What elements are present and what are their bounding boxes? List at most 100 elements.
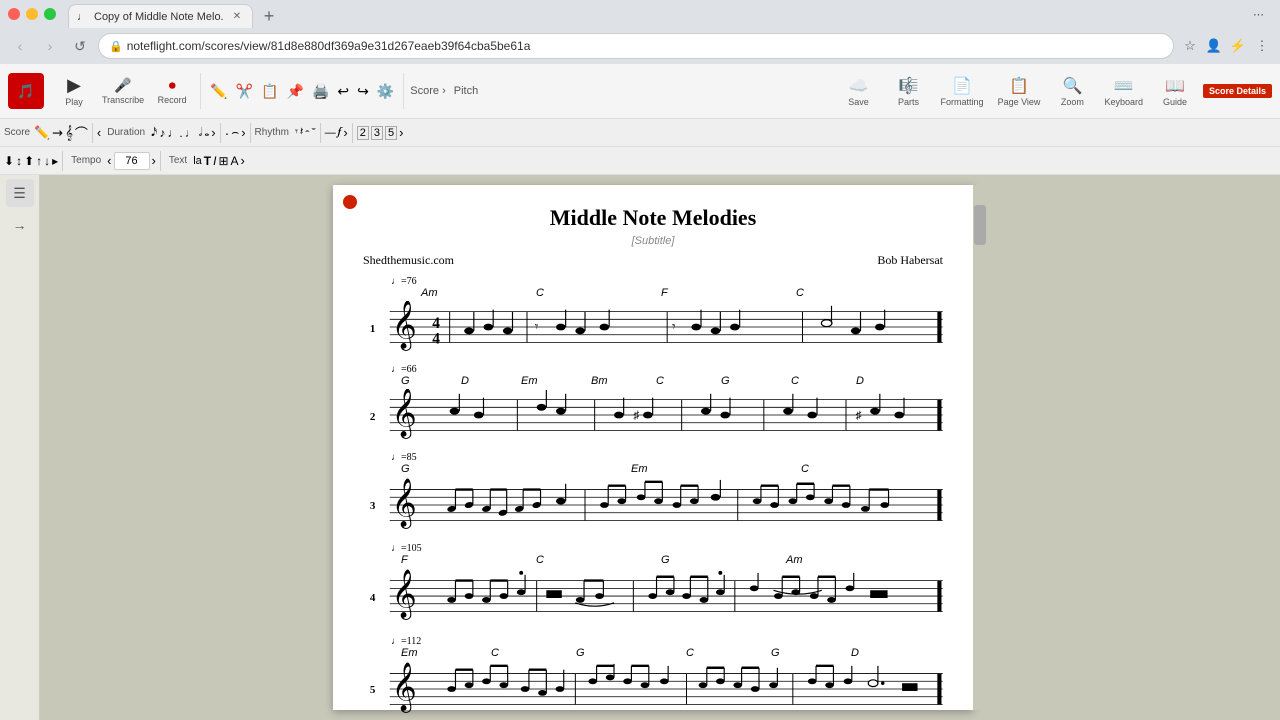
note-beam-tool[interactable]: 𝄞	[65, 125, 73, 141]
num-5-icon[interactable]: 5	[385, 126, 397, 140]
scroll-thumb[interactable]	[974, 205, 986, 245]
toolbar-separator-2	[403, 73, 404, 109]
accent-icon[interactable]: —	[325, 127, 336, 139]
italic-icon[interactable]: I	[213, 154, 216, 168]
text-la-icon[interactable]: la	[193, 155, 202, 167]
keyboard-button[interactable]: ⌨️ Keyboard	[1100, 69, 1147, 113]
pitch-tab[interactable]: Pitch	[454, 85, 478, 97]
pitch-row-icon2[interactable]: ↕	[16, 154, 22, 168]
extensions-icon[interactable]: ⚡	[1228, 36, 1248, 56]
guide-button[interactable]: 📖 Guide	[1153, 69, 1197, 113]
r3-icon[interactable]: 𝄼	[305, 126, 309, 139]
parts-button[interactable]: 🎼 Parts	[887, 69, 931, 113]
main-area: ☰ → Middle Note Melodies [Subtitle] Shed…	[0, 175, 1280, 720]
pitch-row-icon3[interactable]: ⬆	[24, 154, 34, 168]
note-half-icon[interactable]: 𝅗𝅥	[199, 125, 203, 140]
nav-left-icon[interactable]: ‹	[97, 125, 101, 140]
nav-right-icon[interactable]: ›	[211, 125, 215, 140]
tempo-nav-left[interactable]: ‹	[107, 153, 111, 168]
slur-tool[interactable]: ⌒	[75, 123, 88, 142]
traffic-lights[interactable]	[8, 8, 56, 20]
profile-icon[interactable]: 👤	[1204, 36, 1224, 56]
record-button[interactable]: ⏺ Record	[150, 69, 194, 113]
score-content: Middle Note Melodies [Subtitle] Shedthem…	[40, 175, 1280, 720]
select-tool-icon[interactable]: ✏️	[207, 80, 230, 103]
r4-icon[interactable]: 𝄻	[312, 126, 316, 139]
url-bar[interactable]: 🔒 noteflight.com/scores/view/81d8e880df3…	[98, 33, 1174, 59]
save-button[interactable]: ☁️ Save	[837, 69, 881, 113]
score-details-button[interactable]: Score Details	[1203, 84, 1272, 98]
zoom-button[interactable]: 🔍 Zoom	[1050, 69, 1094, 113]
app-toolbar: 🎵 ▶ Play 🎤 Transcribe ⏺ Record ✏️ ✂️ 📋 📌…	[0, 64, 1280, 119]
staff-section-1: ♩=76 Am C F C 1	[363, 276, 943, 356]
r1-icon[interactable]: 𝄾	[295, 126, 298, 139]
print-icon[interactable]: 🖨️	[309, 80, 332, 103]
chrome-more-icon[interactable]: ⋮	[1252, 36, 1272, 56]
dot-icon[interactable]: ·	[225, 125, 230, 141]
score-tab[interactable]: Score ›	[410, 85, 445, 97]
tie-icon[interactable]: ⌢	[231, 125, 239, 140]
page-view-button[interactable]: 📋 Page View	[994, 69, 1045, 113]
minimize-button[interactable]	[26, 8, 38, 20]
pitch-row-icon4[interactable]: ↑	[36, 154, 42, 168]
scrollbar[interactable]	[973, 185, 987, 710]
note-whole-icon[interactable]: 𝅝	[205, 125, 210, 140]
pitch-row-icon1[interactable]: ⬇	[4, 154, 14, 168]
scissors-icon[interactable]: ✂️	[233, 80, 256, 103]
pitch-row-icon6[interactable]: ▸	[52, 154, 58, 168]
chrome-menu-icon: ⋯	[1253, 8, 1264, 21]
close-tab-button[interactable]: ✕	[230, 10, 244, 24]
bookmark-icon[interactable]: ☆	[1180, 36, 1200, 56]
redo-icon[interactable]: ↪	[354, 80, 372, 103]
maximize-button[interactable]	[44, 8, 56, 20]
play-button[interactable]: ▶ Play	[52, 69, 96, 113]
back-button[interactable]: ‹	[8, 34, 32, 58]
tempo-input[interactable]	[114, 152, 150, 170]
music-toolbar-1: Score ✏️ ↗ 𝄞 ⌒ ‹ Duration 𝅘𝅥𝅯 ♪ ♩. ♩ 𝅗𝅥 …	[0, 119, 1280, 147]
copy-icon[interactable]: 📋	[258, 80, 281, 103]
chords-4: F C G Am	[391, 554, 943, 568]
transcribe-button[interactable]: 🎤 Transcribe	[98, 69, 148, 113]
arrow-right-button[interactable]: →	[6, 211, 34, 239]
forward-button[interactable]: ›	[38, 34, 62, 58]
nav-right3-icon[interactable]: ›	[343, 125, 347, 140]
bold-icon[interactable]: T	[204, 154, 211, 168]
pitch-row-icon5[interactable]: ↓	[44, 154, 50, 168]
dyn-icon[interactable]: 𝆑	[338, 126, 342, 139]
staff-section-2: ♩=66 G D Em Bm C G C D 2	[363, 364, 943, 444]
note-16th-icon[interactable]: 𝅘𝅥𝅯	[151, 125, 157, 140]
grid-icon[interactable]: ⊞	[218, 154, 228, 168]
formatting-icon: 📄	[952, 76, 972, 96]
text-nav-right[interactable]: ›	[241, 153, 245, 168]
zoom-icon: 🔍	[1062, 76, 1082, 96]
undo-icon[interactable]: ↩	[334, 80, 352, 103]
note-dotted-8th-icon[interactable]: ♩.	[167, 126, 182, 140]
save-icon: ☁️	[849, 76, 869, 96]
staff-row-2: 2 𝄞	[363, 389, 943, 444]
num-2-icon[interactable]: 2	[357, 126, 369, 140]
collapse-panel-button[interactable]: ☰	[6, 179, 34, 207]
close-button[interactable]	[8, 8, 20, 20]
staff-svg-4: 𝄞	[382, 568, 943, 628]
music-toolbar-2: ⬇ ↕ ⬆ ↑ ↓ ▸ Tempo ‹ › Text la T I ⊞ A ›	[0, 147, 1280, 175]
tempo-nav-right[interactable]: ›	[152, 153, 156, 168]
refresh-button[interactable]: ↺	[68, 34, 92, 58]
letter-a-icon[interactable]: A	[231, 154, 239, 168]
lock-icon: 🔒	[109, 40, 123, 53]
settings-icon[interactable]: ⚙️	[374, 80, 397, 103]
num-3-icon[interactable]: 3	[371, 126, 383, 140]
nav-right4-icon[interactable]: ›	[399, 125, 403, 140]
paste-icon[interactable]: 📌	[284, 80, 307, 103]
r2-icon[interactable]: 𝄽	[300, 126, 303, 139]
nav-right2-icon[interactable]: ›	[241, 125, 245, 140]
pencil-tool[interactable]: ✏️	[34, 125, 50, 141]
new-tab-button[interactable]: +	[257, 4, 281, 28]
note-8th-icon[interactable]: ♪	[159, 126, 165, 140]
staff-svg-5: 𝄞	[382, 661, 943, 719]
staff-svg-2: 𝄞 ♯	[382, 389, 943, 444]
keyboard-icon: ⌨️	[1114, 76, 1134, 96]
note-quarter-icon[interactable]: ♩	[185, 126, 197, 140]
active-tab[interactable]: ♩ Copy of Middle Note Melo... ✕	[68, 4, 253, 28]
formatting-button[interactable]: 📄 Formatting	[937, 69, 988, 113]
tempo-label: Tempo	[71, 155, 101, 166]
